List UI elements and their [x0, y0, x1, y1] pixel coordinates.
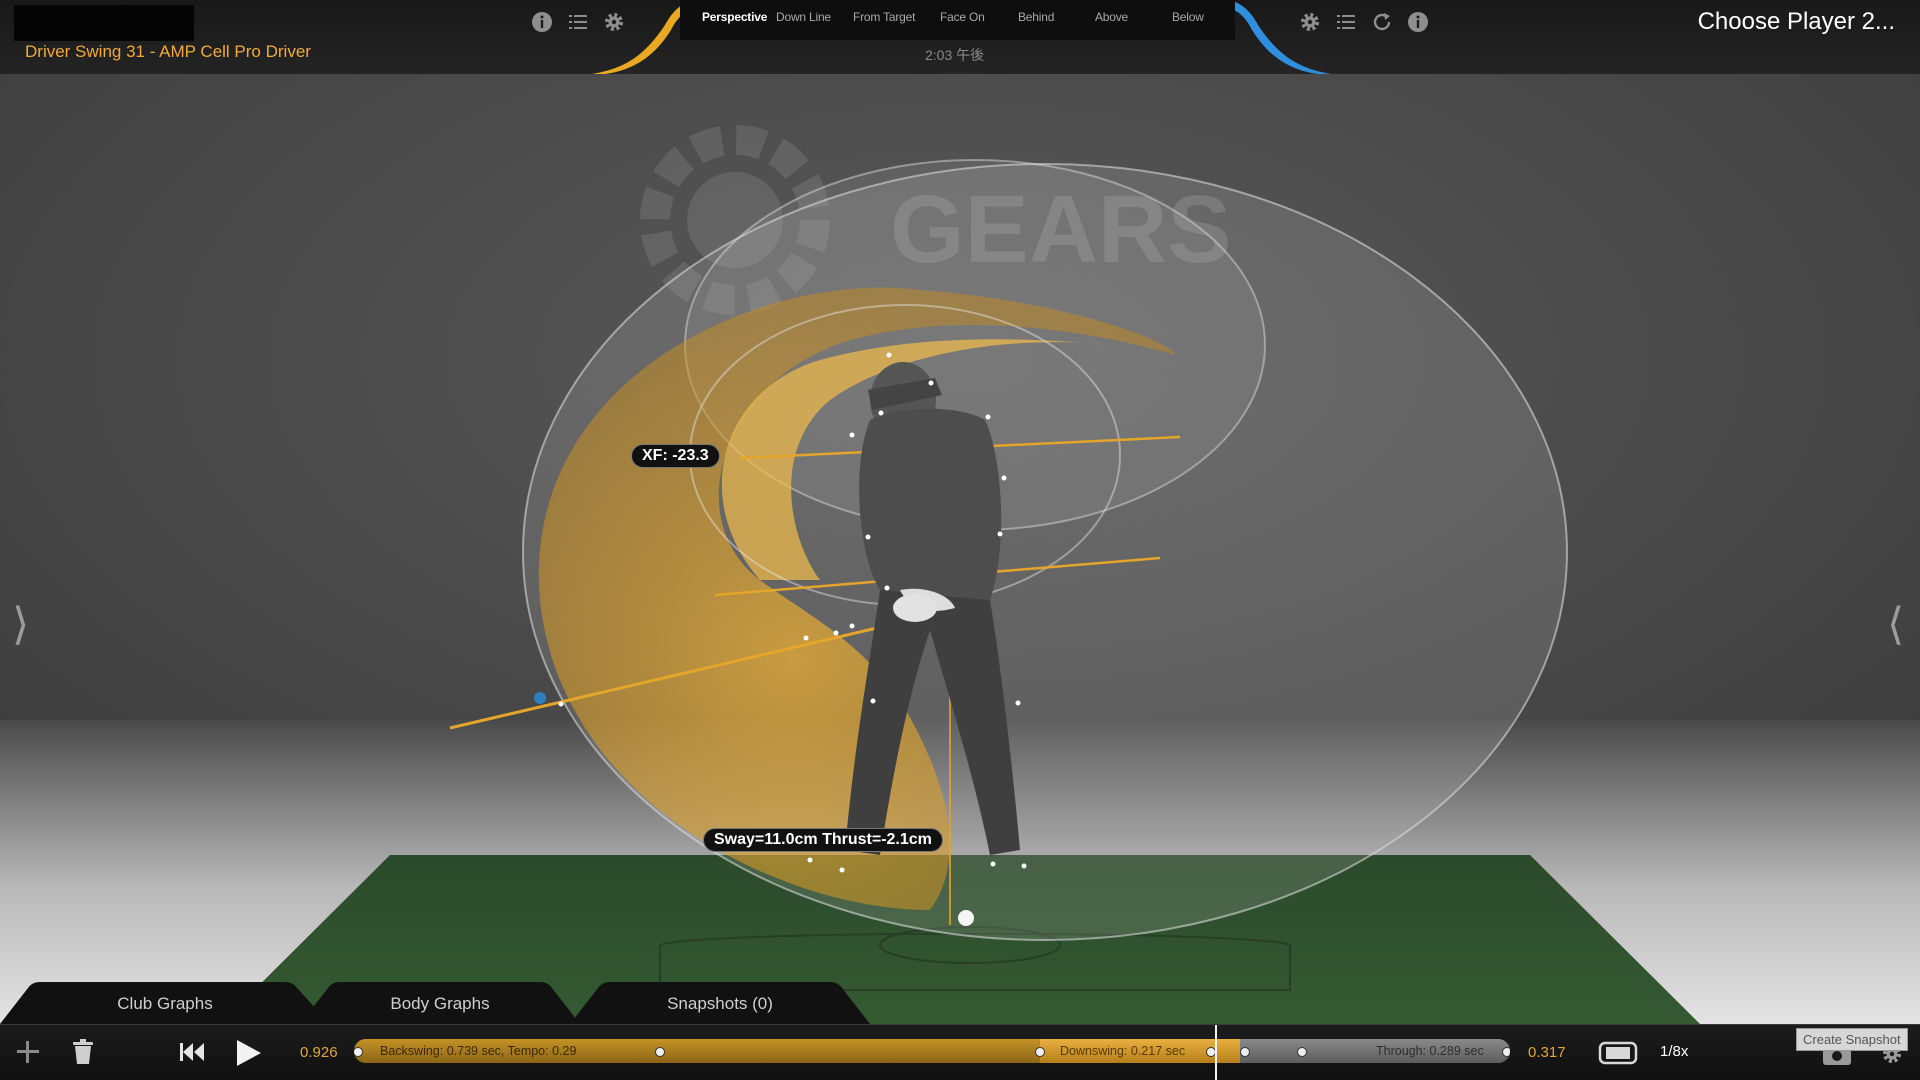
- info-icon[interactable]: [530, 10, 554, 34]
- backswing-segment: Backswing: 0.739 sec, Tempo: 0.29: [354, 1039, 1040, 1063]
- tab-snapshots-label: Snapshots (0): [667, 994, 773, 1013]
- gears-app: Driver Swing 31 - AMP Cell Pro Driver Pe…: [0, 0, 1920, 1080]
- refresh-icon[interactable]: [1370, 10, 1394, 34]
- tab-above[interactable]: Above: [1095, 10, 1128, 24]
- swing-timeline[interactable]: Backswing: 0.739 sec, Tempo: 0.29 Downsw…: [354, 1039, 1510, 1063]
- tab-club-graphs-label: Club Graphs: [117, 994, 213, 1013]
- view-tabs: Perspective Down Line From Target Face O…: [680, 0, 1235, 40]
- playhead[interactable]: [1215, 1025, 1217, 1080]
- rewind-icon[interactable]: [178, 1038, 206, 1066]
- tab-body-graphs[interactable]: Body Graphs: [300, 982, 580, 1024]
- tab-behind[interactable]: Behind: [1018, 10, 1054, 24]
- session-title: Driver Swing 31 - AMP Cell Pro Driver: [25, 42, 311, 61]
- trash-icon[interactable]: [70, 1038, 96, 1066]
- golf-ball: [958, 910, 974, 926]
- timeline-marker[interactable]: [655, 1047, 665, 1057]
- timeline-marker[interactable]: [1502, 1047, 1510, 1057]
- playback-speed[interactable]: 1/8x: [1660, 1043, 1688, 1060]
- start-time: 0.926: [300, 1044, 338, 1061]
- right-toolbar: [1298, 10, 1430, 34]
- backswing-label: Backswing: 0.739 sec, Tempo: 0.29: [380, 1044, 577, 1058]
- xf-measure-label: XF: -23.3: [631, 444, 720, 468]
- tab-below[interactable]: Below: [1172, 10, 1204, 24]
- play-icon[interactable]: [233, 1038, 263, 1068]
- add-icon[interactable]: [14, 1038, 42, 1066]
- graph-tabs: Club Graphs Body Graphs Snapshots (0): [0, 982, 900, 1024]
- timeline-marker[interactable]: [1035, 1047, 1045, 1057]
- right-arrow-icon[interactable]: ⟨: [1887, 599, 1904, 650]
- gear-icon[interactable]: [1298, 10, 1322, 34]
- tab-perspective[interactable]: Perspective: [702, 10, 767, 24]
- list-icon[interactable]: [1334, 10, 1358, 34]
- tab-from-target[interactable]: From Target: [853, 10, 915, 24]
- timeline-marker[interactable]: [1240, 1047, 1250, 1057]
- redacted-logo: [14, 5, 194, 41]
- through-segment: Through: 0.289 sec: [1240, 1039, 1510, 1063]
- tab-down-line[interactable]: Down Line: [776, 10, 831, 24]
- top-bar: Driver Swing 31 - AMP Cell Pro Driver Pe…: [0, 0, 1920, 75]
- tab-body-graphs-label: Body Graphs: [390, 994, 490, 1013]
- sway-thrust-label: Sway=11.0cm Thrust=-2.1cm: [703, 828, 943, 852]
- left-arrow-icon[interactable]: ⟩: [12, 599, 29, 650]
- through-label: Through: 0.289 sec: [1376, 1044, 1484, 1058]
- playback-bar: 0.926 Backswing: 0.739 sec, Tempo: 0.29 …: [0, 1024, 1920, 1080]
- downswing-label: Downswing: 0.217 sec: [1060, 1044, 1186, 1058]
- create-snapshot-tooltip: Create Snapshot: [1796, 1028, 1908, 1051]
- tab-face-on[interactable]: Face On: [940, 10, 985, 24]
- swing-viewport[interactable]: GEARS ⟩ ⟨ XF: -23.3 Sway=11.0cm Thrust=-…: [0, 74, 1920, 1024]
- left-accent-swoosh: [585, 0, 695, 75]
- end-time: 0.317: [1528, 1044, 1566, 1061]
- tab-club-graphs[interactable]: Club Graphs: [0, 982, 330, 1024]
- fullscreen-icon[interactable]: [1598, 1041, 1638, 1065]
- choose-player-button[interactable]: Choose Player 2...: [1698, 8, 1895, 36]
- scene-render: GEARS: [0, 74, 1920, 1024]
- clock: 2:03 午後: [925, 47, 985, 63]
- info-icon[interactable]: [1406, 10, 1430, 34]
- timeline-marker[interactable]: [1297, 1047, 1307, 1057]
- club-head: [534, 692, 546, 704]
- tab-snapshots[interactable]: Snapshots (0): [570, 982, 870, 1024]
